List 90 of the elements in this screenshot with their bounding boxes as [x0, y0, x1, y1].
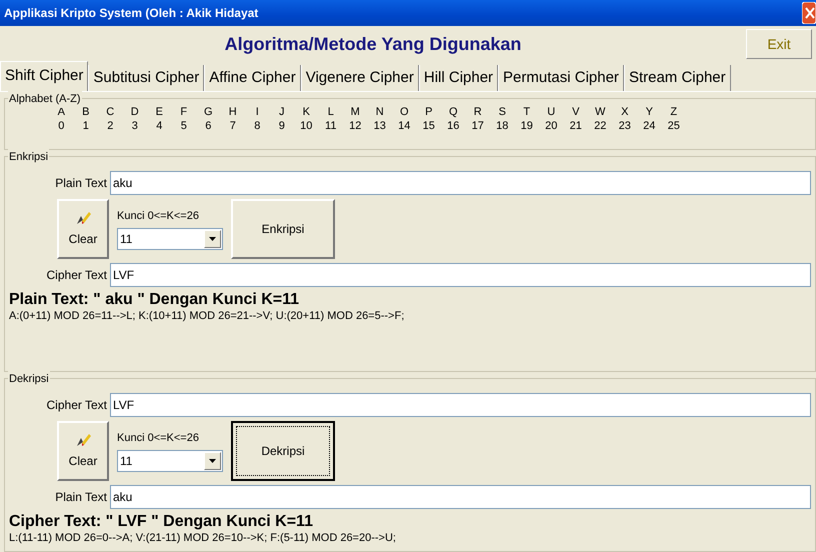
result-steps: A:(0+11) MOD 26=11-->L; K:(10+11) MOD 26=21-->V; U:(20+11) MOD 26=5-->F;: [9, 309, 811, 323]
dropdown-arrow-icon[interactable]: [209, 237, 216, 242]
output-field[interactable]: LVF: [110, 263, 811, 287]
key-dropdown[interactable]: 11: [117, 228, 223, 250]
letter-index: 8: [254, 119, 260, 133]
alphabet-letter: S: [498, 105, 506, 119]
letter-index: 1: [82, 119, 89, 133]
letter-index: 10: [300, 119, 312, 133]
exit-button[interactable]: Exit: [746, 29, 812, 59]
letter-index: 21: [570, 119, 582, 133]
alphabet-letter: H: [228, 105, 237, 119]
action-button[interactable]: Enkripsi: [231, 199, 335, 259]
action-button[interactable]: Dekripsi: [231, 421, 335, 481]
letter-index: 13: [374, 119, 386, 133]
letter-index: 23: [618, 119, 631, 133]
alphabet-letter: U: [547, 105, 556, 119]
letter-index: 19: [520, 119, 533, 133]
letter-index: 16: [447, 119, 460, 133]
tab[interactable]: Subtitusi Cipher: [88, 65, 204, 91]
key-label: Kunci 0<=K<=26: [117, 430, 200, 446]
alphabet-letter: G: [204, 105, 213, 119]
alphabet-letter: F: [180, 105, 188, 119]
clear-button[interactable]: Clear: [57, 199, 109, 259]
alphabet-letter: W: [595, 105, 606, 119]
letter-index: 7: [230, 119, 236, 133]
tab[interactable]: Permutasi Cipher: [498, 65, 624, 91]
letter-index: 14: [398, 119, 410, 133]
group-label: Enkripsi: [8, 149, 50, 166]
alphabet-letter: M: [350, 105, 360, 119]
alphabet-letter: K: [302, 105, 310, 119]
eraser-icon: [75, 432, 91, 448]
field-label: Cipher Text: [46, 397, 107, 414]
alphabet-letter: B: [82, 105, 90, 119]
key-dropdown[interactable]: 11: [117, 450, 223, 472]
group-label: Alphabet (A-Z): [8, 91, 82, 108]
form-heading: Algoritma/Metode Yang Digunakan: [224, 32, 522, 56]
letter-index: 17: [472, 119, 484, 133]
alphabet-letter: R: [474, 105, 482, 119]
tab[interactable]: Shift Cipher: [0, 61, 88, 91]
letter-index: 6: [205, 119, 212, 133]
input-field[interactable]: LVF: [110, 393, 811, 417]
letter-index: 20: [545, 119, 558, 133]
alphabet-letter: X: [621, 105, 628, 119]
letter-index: 22: [594, 119, 606, 133]
result-heading: Plain Text: " aku " Dengan Kunci K=11: [9, 291, 300, 309]
letter-index: 24: [643, 119, 656, 133]
close-icon[interactable]: [802, 2, 816, 24]
result-heading: Cipher Text: " LVF " Dengan Kunci K=11: [9, 513, 314, 531]
group-label: Dekripsi: [8, 371, 50, 388]
letter-index: 2: [107, 119, 114, 133]
window-title: Applikasi Kripto System (Oleh : Akik Hidayat: [4, 5, 258, 22]
eraser-icon: [75, 210, 91, 226]
letter-index: 11: [325, 119, 336, 133]
dropdown-arrow-icon[interactable]: [209, 459, 216, 464]
result-steps: L:(11-11) MOD 26=0-->A; V:(21-11) MOD 26=10-->K; F:(5-11) MOD 26=20-->U;: [9, 531, 811, 545]
tab[interactable]: Vigenere Cipher: [300, 65, 419, 91]
tab[interactable]: Stream Cipher: [624, 65, 731, 91]
alphabet-letter: Z: [670, 105, 678, 119]
alphabet-letter: I: [256, 105, 259, 119]
alphabet-letter: T: [523, 105, 530, 119]
alphabet-letter: J: [279, 105, 284, 119]
letter-index: 15: [422, 119, 435, 133]
input-field[interactable]: aku: [110, 171, 811, 195]
alphabet-letter: N: [376, 105, 384, 119]
alphabet-letter: A: [58, 105, 65, 119]
key-label: Kunci 0<=K<=26: [117, 208, 200, 224]
alphabet-letter: D: [130, 105, 139, 119]
letter-index: 0: [58, 119, 64, 133]
letter-index: 25: [668, 119, 680, 133]
alphabet-letter: O: [400, 105, 409, 119]
tab[interactable]: Hill Cipher: [418, 65, 498, 91]
letter-index: 18: [496, 119, 508, 133]
alphabet-letter: Y: [646, 105, 653, 119]
letter-index: 9: [278, 119, 285, 133]
clear-button[interactable]: Clear: [57, 421, 109, 481]
letter-index: 12: [349, 119, 362, 133]
alphabet-letter: Q: [448, 105, 458, 119]
alphabet-letter: L: [328, 105, 334, 119]
letter-index: 3: [132, 119, 138, 133]
alphabet-letter: E: [156, 105, 163, 119]
alphabet-letter: V: [572, 105, 580, 119]
field-label: Plain Text: [54, 489, 107, 506]
alphabet-letter: C: [106, 105, 114, 119]
letter-index: 5: [180, 119, 187, 133]
field-label: Cipher Text: [46, 267, 107, 284]
alphabet-letter: P: [425, 105, 432, 119]
field-label: Plain Text: [54, 175, 107, 192]
tab[interactable]: Affine Cipher: [204, 65, 301, 91]
letter-index: 4: [156, 119, 162, 133]
output-field[interactable]: aku: [110, 485, 811, 509]
